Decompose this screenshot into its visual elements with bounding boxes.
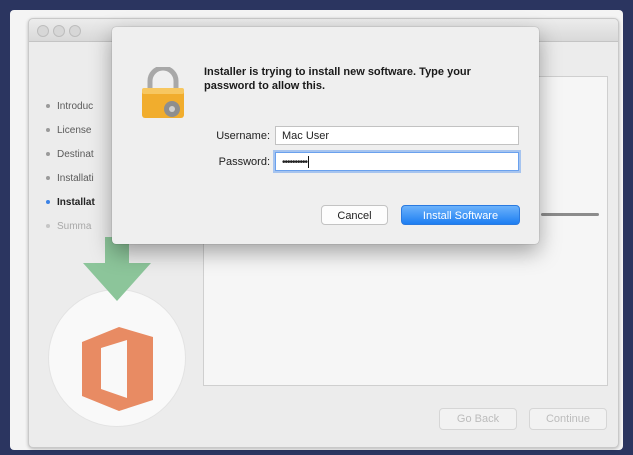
office-logo-icon [82, 327, 153, 411]
text-caret [308, 156, 310, 169]
step-dot-active [46, 200, 50, 205]
step-dot [46, 152, 50, 157]
step-dot [46, 128, 50, 133]
office-logo-badge [48, 289, 186, 427]
minimize-button[interactable] [53, 25, 65, 37]
step-dot [46, 224, 50, 229]
sidebar-item-summary: Summa [46, 221, 91, 232]
username-label: Username: [216, 130, 270, 142]
sidebar-item-installation-type: Installati [46, 173, 94, 184]
password-field[interactable]: •••••••••• [275, 152, 519, 171]
password-value: •••••••••• [282, 157, 308, 168]
continue-button[interactable]: Continue [529, 408, 607, 430]
username-value: Mac User [282, 130, 330, 142]
progress-bar [541, 213, 599, 216]
sidebar-item-destination: Destinat [46, 149, 94, 160]
password-label: Password: [218, 156, 270, 168]
cancel-button[interactable]: Cancel [321, 205, 388, 225]
sidebar-item-installation: Installat [46, 197, 95, 208]
username-field[interactable]: Mac User [275, 126, 519, 145]
install-software-button[interactable]: Install Software [401, 205, 520, 225]
zoom-button[interactable] [69, 25, 81, 37]
go-back-button[interactable]: Go Back [439, 408, 517, 430]
download-arrow-icon [83, 237, 151, 301]
close-button[interactable] [37, 25, 49, 37]
step-dot [46, 176, 50, 181]
sidebar-item-introduction: Introduc [46, 101, 93, 112]
authentication-dialog: Installer is trying to install new softw… [112, 27, 539, 244]
dialog-message: Installer is trying to install new softw… [204, 66, 471, 92]
step-dot [46, 104, 50, 109]
padlock-icon [142, 67, 184, 118]
sidebar-item-license: License [46, 125, 91, 136]
